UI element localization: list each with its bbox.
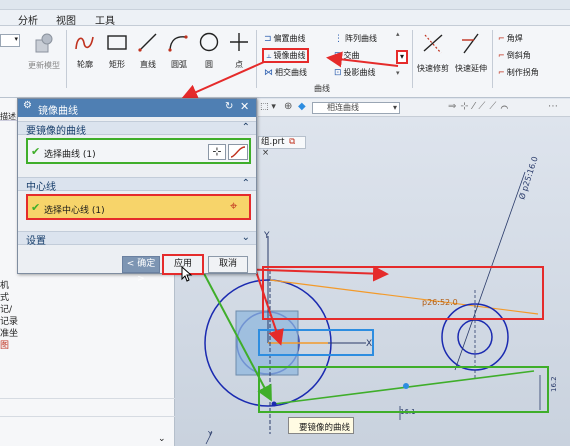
dialog-title-bar: ⚙ 镜像曲线 ↻ ✕ <box>18 99 256 117</box>
crosshair-icon[interactable]: ⌖ <box>230 199 237 214</box>
select-curve-label: 选择曲线 (1) <box>44 150 96 160</box>
reset-icon[interactable]: ↻ <box>225 101 233 112</box>
check-icon: ✔ <box>31 145 41 158</box>
arrow-to-mirror-button <box>326 51 399 68</box>
settings-section-label: 设置 <box>26 236 46 247</box>
cancel-label: 取消 <box>218 259 237 269</box>
dialog-title: 镜像曲线 <box>38 106 78 117</box>
arrow-to-dialog <box>181 61 265 100</box>
curve-selector-icon[interactable] <box>228 144 248 160</box>
settings-section-header[interactable]: 设置 ⌄ <box>18 231 256 247</box>
chevron-down-icon: ⌄ <box>241 232 250 243</box>
select-curve-row[interactable]: ✔ 选择曲线 (1) ⊹ <box>26 138 251 164</box>
select-centerline-row[interactable]: ✔ 选择中心线 (1) ⌖ <box>26 194 251 220</box>
close-icon[interactable]: ✕ <box>240 100 249 113</box>
mirror-curve-dialog: ⚙ 镜像曲线 ↻ ✕ 要镜像的曲线 ⌃ ✔ 选择曲线 (1) ⊹ 中心线 ⌃ ✔… <box>17 98 257 284</box>
gear-icon[interactable]: ⚙ <box>23 100 32 111</box>
cancel-button[interactable]: 取消 <box>208 256 248 273</box>
add-curve-icon[interactable]: ⊹ <box>208 144 226 160</box>
chevron-up-icon: ⌃ <box>241 122 250 133</box>
centerline-section-label: 中心线 <box>26 182 56 193</box>
curve-section-label: 要镜像的曲线 <box>26 126 86 137</box>
centerline-section-header[interactable]: 中心线 ⌃ <box>18 177 256 193</box>
select-centerline-label: 选择中心线 (1) <box>44 206 105 216</box>
mouse-cursor-icon <box>181 266 193 282</box>
curve-section-header[interactable]: 要镜像的曲线 ⌃ <box>18 121 256 137</box>
ok-button[interactable]: < 确定 > <box>122 256 160 284</box>
check-icon: ✔ <box>31 201 41 214</box>
chevron-up-icon: ⌃ <box>241 178 250 189</box>
